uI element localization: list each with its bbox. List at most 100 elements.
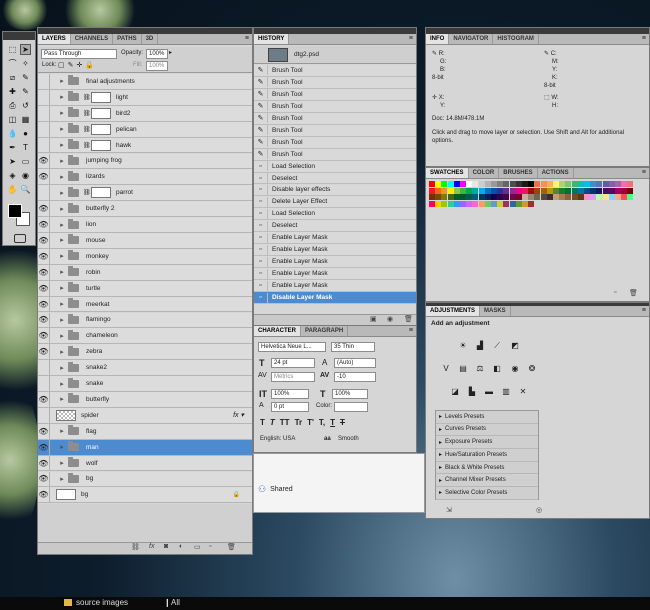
color-swatch[interactable] [590,194,597,201]
color-swatch[interactable] [559,194,566,201]
vibrance-icon[interactable]: V [440,363,452,374]
color-balance-icon[interactable]: ⚖ [474,363,486,374]
preset-item[interactable]: ▸ Curves Presets [436,424,538,437]
preset-item[interactable]: ▸ Selective Color Presets [436,487,538,500]
history-state[interactable]: ✎ Brush Tool [254,124,416,137]
color-swatch[interactable] [484,200,491,207]
color-swatch[interactable] [435,200,442,207]
history-state[interactable]: ✎ Brush Tool [254,76,416,89]
color-swatch[interactable] [460,187,466,194]
new-document-icon[interactable]: ▣ [370,315,377,323]
color-swatch[interactable] [522,181,528,187]
zoom-tool-icon[interactable]: 🔍 [20,184,31,195]
history-state[interactable]: ▫ Enable Layer Mask [254,256,416,269]
tab-paths[interactable]: PATHS [113,34,142,44]
layer-row[interactable]: ▸ snake [38,376,252,392]
color-swatch[interactable] [472,194,479,201]
marquee-tool-icon[interactable]: ⬚ [7,44,18,55]
color-swatch[interactable] [466,187,473,194]
expand-arrow-icon[interactable]: ▸ [56,236,68,244]
expand-arrow-icon[interactable]: ▸ [56,157,68,165]
layer-row[interactable]: ▸ ⛓ bird2 [38,105,252,122]
history-state[interactable]: ▫ Disable layer effects [254,184,416,197]
color-swatch[interactable] [596,181,603,187]
faux-italic-button[interactable]: T [270,418,275,427]
color-swatch[interactable] [615,194,621,201]
preset-item[interactable]: ▸ Channel Mixer Presets [436,475,538,487]
visibility-toggle[interactable] [38,105,50,121]
color-swatch[interactable] [503,181,510,187]
color-swatch[interactable] [441,200,448,207]
visibility-toggle[interactable] [38,376,50,391]
history-state[interactable]: ▫ Deselect [254,172,416,185]
color-swatch[interactable] [460,200,466,207]
move-tool-icon[interactable]: ➤ [20,44,31,55]
color-swatch[interactable] [615,187,621,194]
visibility-toggle[interactable]: 👁 [38,153,50,169]
tab-paragraph[interactable]: PARAGRAPH [301,326,349,336]
color-swatch[interactable] [528,181,535,187]
new-layer-icon[interactable]: ▫ [209,543,211,550]
color-swatch[interactable] [571,194,578,201]
visibility-toggle[interactable]: 👁 [38,264,50,280]
color-swatch[interactable] [621,181,628,187]
color-swatch[interactable] [596,194,603,201]
history-state[interactable]: ▫ Delete Layer Effect [254,196,416,209]
layer-row[interactable]: 👁 ▸ robin [38,264,252,281]
color-swatch[interactable] [453,194,460,201]
layer-row[interactable]: ▸ ⛓ parrot [38,185,252,202]
color-swatch[interactable] [491,187,497,194]
underline-button[interactable]: T [330,418,335,427]
text-color-swatch[interactable] [334,402,368,412]
expand-arrow-icon[interactable]: ▸ [56,316,68,324]
strikethrough-button[interactable]: T [340,418,345,427]
color-swatch[interactable] [621,194,628,201]
color-swatch[interactable] [429,200,435,207]
levels-icon[interactable]: ▟ [474,340,486,351]
delete-history-icon[interactable]: 🗑 [404,315,413,323]
history-state[interactable]: ▫ Enable Layer Mask [254,280,416,293]
color-swatch[interactable] [577,181,584,187]
shape-tool-icon[interactable]: ▭ [20,156,31,167]
layer-row[interactable]: 👁 ▸ man [38,439,252,456]
color-swatch[interactable] [503,187,510,194]
color-swatch[interactable] [577,194,584,201]
quick-mask-icon[interactable] [14,234,26,243]
color-swatch[interactable] [546,194,553,201]
tab-histogram[interactable]: HISTOGRAM [493,34,539,44]
foreground-color-swatch[interactable] [8,204,22,218]
color-swatch[interactable] [584,187,590,194]
color-swatch[interactable] [621,187,628,194]
tab-info[interactable]: INFO [426,34,450,44]
expand-arrow-icon[interactable]: ▸ [56,284,68,292]
color-swatch[interactable] [472,181,479,187]
color-swatch[interactable] [584,194,590,201]
threshold-icon[interactable]: ▬ [483,386,495,397]
delete-swatch-icon[interactable]: 🗑 [629,289,638,297]
color-swatch[interactable] [546,187,553,194]
history-state[interactable]: ✎ Brush Tool [254,100,416,113]
tab-layers[interactable]: LAYERS [38,34,71,44]
exposure-icon[interactable]: ◩ [509,340,521,351]
visibility-toggle[interactable]: 👁 [38,169,50,185]
expand-arrow-icon[interactable]: ▸ [56,252,68,260]
baseline-shift-input[interactable]: 0 pt [271,402,309,412]
color-swatch[interactable] [540,194,547,201]
tab-brushes[interactable]: BRUSHES [499,168,538,178]
color-swatch[interactable] [522,200,528,207]
color-swatch[interactable] [546,181,553,187]
swatch-grid[interactable] [429,181,635,217]
font-size-input[interactable]: 24 pt [271,358,315,368]
color-swatch[interactable] [596,187,603,194]
expand-arrow-icon[interactable]: ▸ [56,380,68,388]
black-white-icon[interactable]: ◧ [491,363,503,374]
color-swatch[interactable] [497,187,504,194]
3d-rotate-icon[interactable]: ◈ [7,170,18,181]
color-swatch[interactable] [484,194,491,201]
history-state[interactable]: ▫ Enable Layer Mask [254,232,416,245]
expand-arrow-icon[interactable]: ▸ [56,427,68,435]
history-brush-icon[interactable]: ↺ [20,100,31,111]
color-swatch[interactable] [608,187,615,194]
visibility-toggle[interactable]: 👁 [38,328,50,344]
color-swatch[interactable] [627,187,634,194]
